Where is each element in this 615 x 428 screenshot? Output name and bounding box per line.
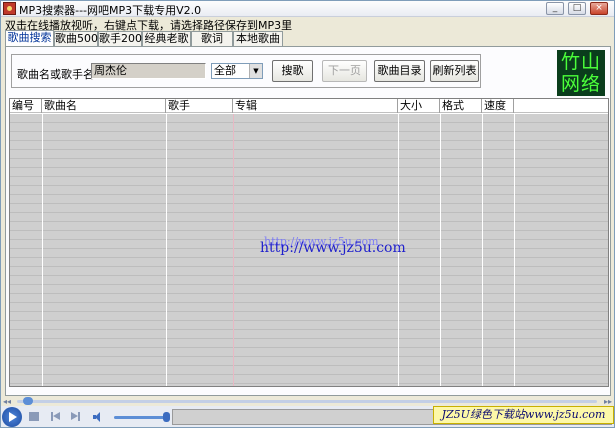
column-divider xyxy=(482,114,483,386)
window-title: MP3搜索器---网吧MP3下载专用V2.0 xyxy=(19,4,202,17)
title-bar[interactable]: MP3搜索器---网吧MP3下载专用V2.0 _ □ × xyxy=(1,1,614,17)
scope-select[interactable]: 全部 ▼ xyxy=(211,63,263,79)
fast-forward-icon[interactable]: ▸▸ xyxy=(604,397,612,406)
maximize-button[interactable]: □ xyxy=(568,2,586,15)
rewind-icon[interactable]: ◂◂ xyxy=(3,397,11,406)
search-button[interactable]: 搜歌 xyxy=(272,60,313,82)
brand-logo: 竹山 网络 xyxy=(557,50,605,96)
scope-select-value: 全部 xyxy=(214,64,236,77)
table-header: 编号 歌曲名 歌手 专辑 大小 格式 速度 xyxy=(10,99,608,113)
tab-singer-200[interactable]: 歌手200 xyxy=(98,31,142,47)
column-header-number[interactable]: 编号 xyxy=(10,99,42,113)
column-header-song[interactable]: 歌曲名 xyxy=(42,99,166,113)
logo-line-1: 竹山 xyxy=(560,51,601,73)
volume-handle[interactable] xyxy=(163,412,170,422)
tab-song-search[interactable]: 歌曲搜索 xyxy=(5,30,54,47)
column-divider xyxy=(440,114,441,386)
search-label: 歌曲名或歌手名 xyxy=(17,68,94,81)
volume-slider[interactable] xyxy=(114,416,169,419)
column-header-size[interactable]: 大小 xyxy=(398,99,440,113)
results-table[interactable]: 编号 歌曲名 歌手 专辑 大小 格式 速度 http://www.jz5u.co… xyxy=(9,98,609,387)
close-button[interactable]: × xyxy=(590,2,608,15)
next-track-icon[interactable] xyxy=(71,412,81,421)
column-divider xyxy=(233,114,234,386)
column-header-format[interactable]: 格式 xyxy=(440,99,482,113)
column-divider xyxy=(514,114,515,386)
song-catalog-button[interactable]: 歌曲目录 xyxy=(374,60,425,82)
minimize-button[interactable]: _ xyxy=(546,2,564,15)
chevron-down-icon[interactable]: ▼ xyxy=(249,64,262,78)
volume-icon[interactable] xyxy=(93,412,105,422)
watermark-text: http://www.jz5u.com xyxy=(260,240,406,256)
search-input[interactable]: 周杰伦 xyxy=(91,63,206,79)
app-window: MP3搜索器---网吧MP3下载专用V2.0 _ □ × 双击在线播放视听，右键… xyxy=(0,0,615,428)
tab-lyrics[interactable]: 歌词 xyxy=(191,31,233,47)
next-page-button[interactable]: 下一页 xyxy=(322,60,367,82)
search-toolbar: 歌曲名或歌手名 周杰伦 全部 ▼ 搜歌 下一页 歌曲目录 刷新列表 xyxy=(11,54,481,88)
column-header-album[interactable]: 专辑 xyxy=(233,99,398,113)
tab-local-songs[interactable]: 本地歌曲 xyxy=(233,31,283,47)
tab-song-500[interactable]: 歌曲500 xyxy=(54,31,98,47)
seek-handle[interactable] xyxy=(23,397,33,405)
seek-bar[interactable]: ◂◂ ▸▸ xyxy=(3,397,612,406)
play-icon[interactable] xyxy=(2,407,22,427)
seek-track[interactable] xyxy=(17,400,597,403)
previous-track-icon[interactable] xyxy=(51,412,61,421)
logo-line-2: 网络 xyxy=(560,73,601,95)
search-panel: 歌曲名或歌手名 周杰伦 全部 ▼ 搜歌 下一页 歌曲目录 刷新列表 竹山 网络 … xyxy=(5,46,611,396)
refresh-list-button[interactable]: 刷新列表 xyxy=(430,60,479,82)
site-badge: JZ5U绿色下载站www.jz5u.com xyxy=(433,406,614,424)
column-header-speed[interactable]: 速度 xyxy=(482,99,514,113)
app-icon xyxy=(3,2,16,15)
stop-icon[interactable] xyxy=(29,412,39,421)
column-divider xyxy=(166,114,167,386)
column-divider xyxy=(42,114,43,386)
tab-classic-songs[interactable]: 经典老歌 xyxy=(142,31,191,47)
column-header-singer[interactable]: 歌手 xyxy=(166,99,233,113)
